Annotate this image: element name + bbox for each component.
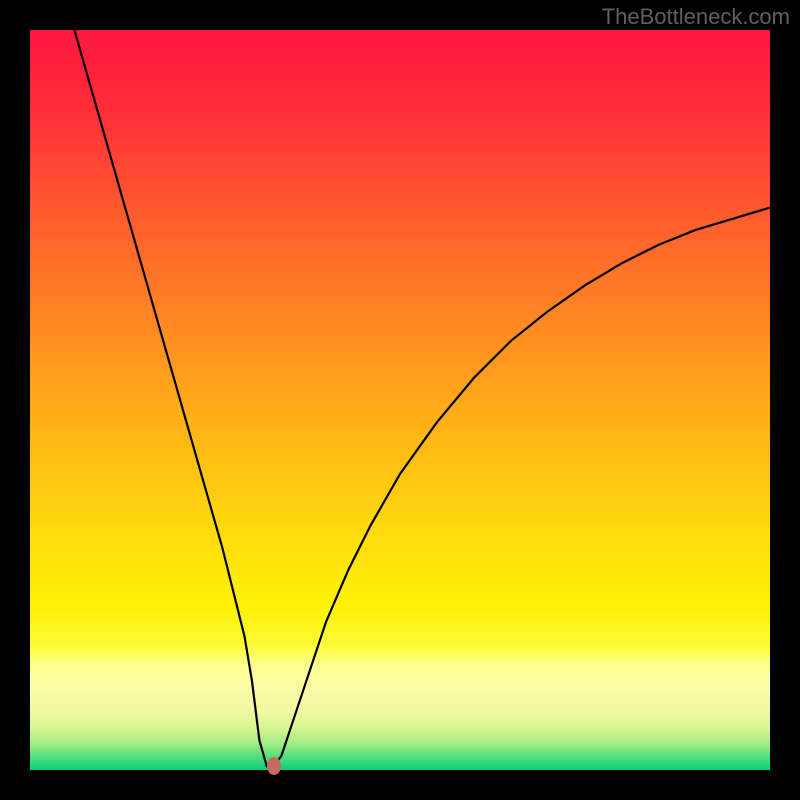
watermark-text: TheBottleneck.com: [602, 4, 790, 30]
chart-plot-area: [30, 30, 770, 770]
chart-minimum-marker: [267, 757, 281, 775]
chart-curve: [30, 30, 770, 770]
